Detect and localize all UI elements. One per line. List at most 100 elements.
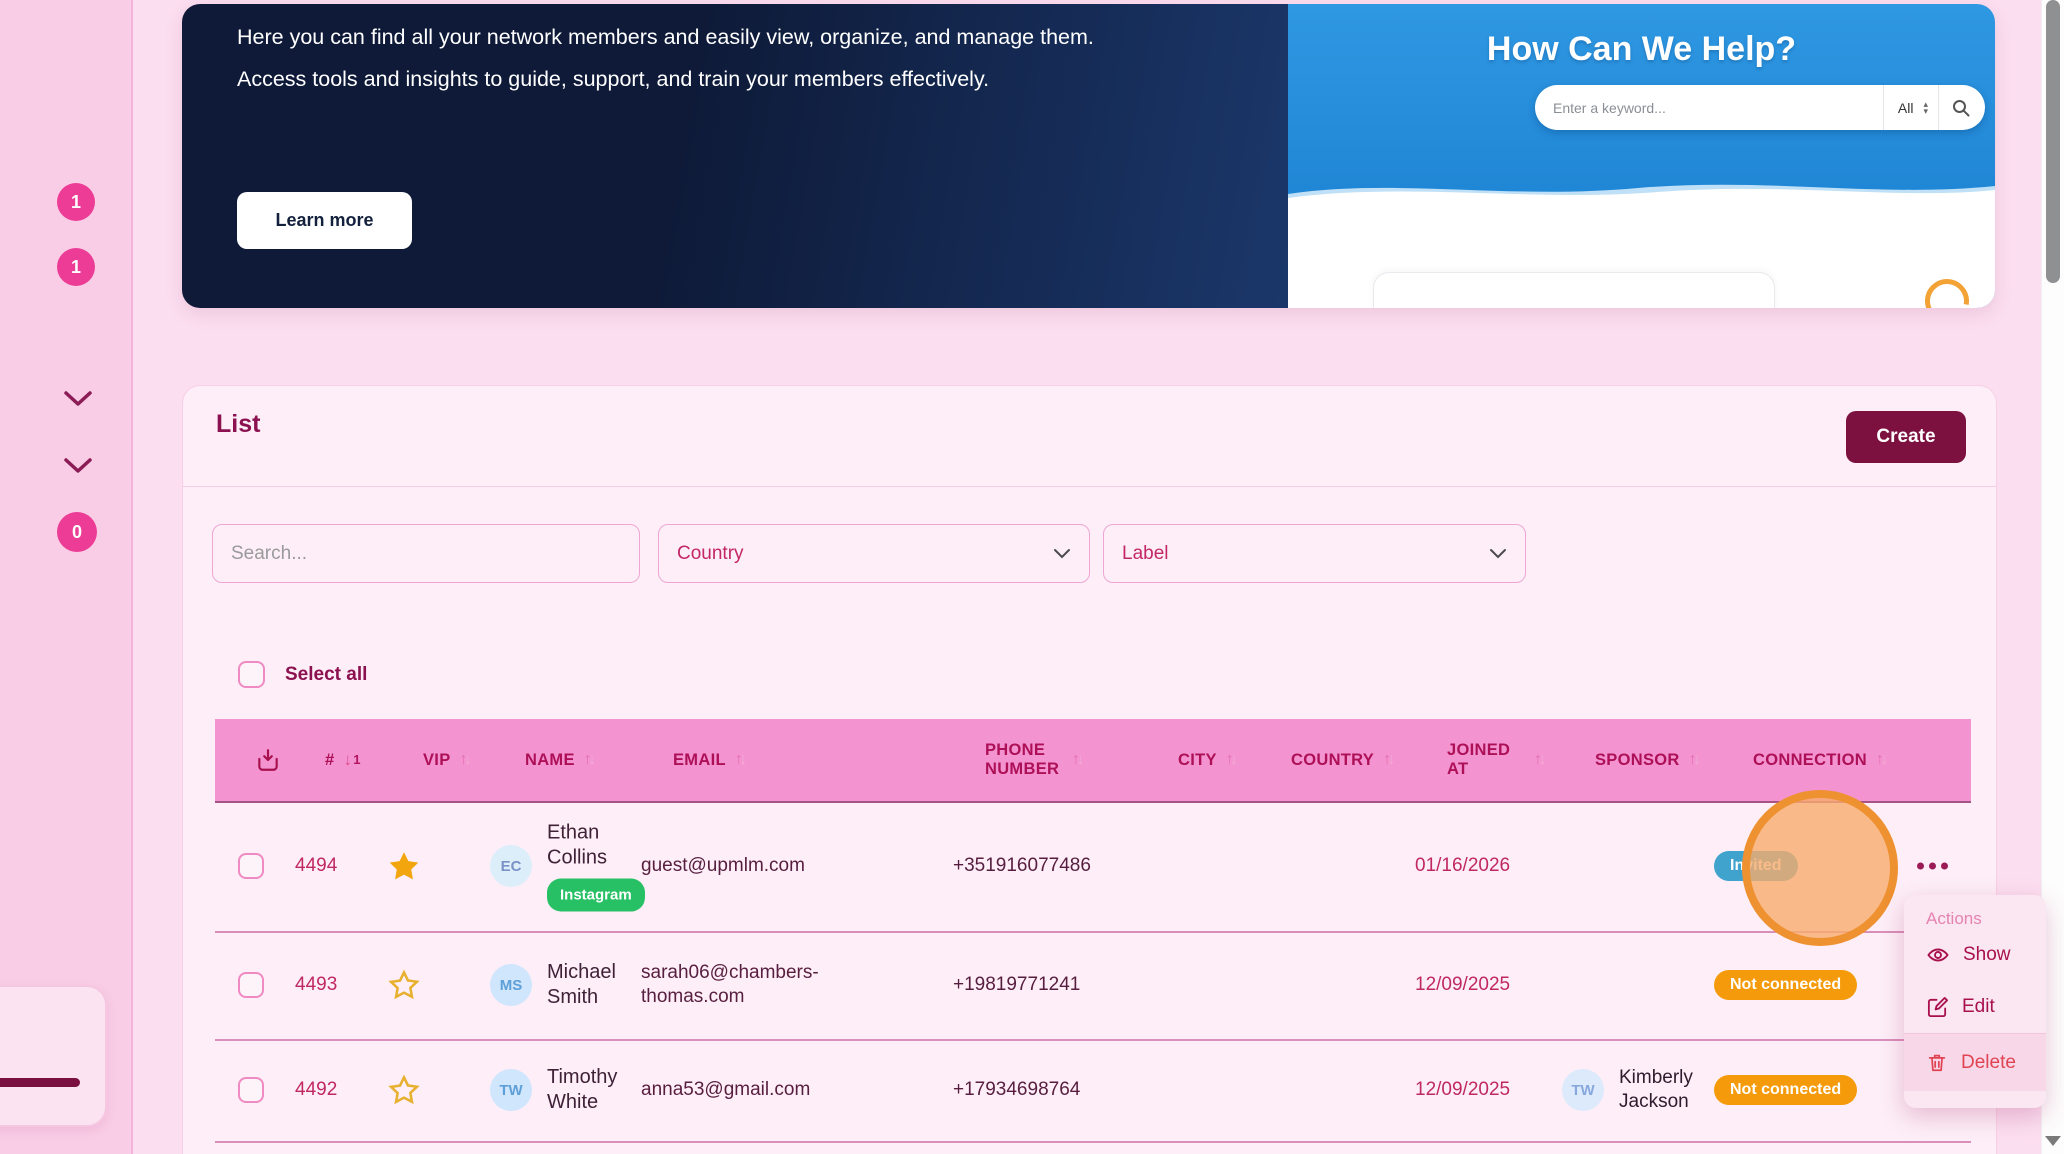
- select-all-checkbox[interactable]: [238, 661, 265, 688]
- country-filter-select[interactable]: Country: [658, 524, 1090, 583]
- page-title: List: [216, 410, 261, 438]
- member-joined-date: 12/09/2025: [1415, 974, 1511, 995]
- help-panel-title: How Can We Help?: [1486, 30, 1797, 68]
- trash-icon: [1926, 1051, 1948, 1074]
- hero-line-2: Access tools and insights to guide, supp…: [237, 67, 990, 91]
- table-row: 4492 TW Timothy White anna53@gmail.com +…: [183, 1039, 1996, 1141]
- label-filter-select[interactable]: Label: [1103, 524, 1526, 583]
- sort-icon: ↑ ↓: [1225, 751, 1239, 768]
- sidebar-notification-badge[interactable]: 1: [57, 248, 95, 286]
- sort-icon: ↑ ↓: [734, 751, 748, 768]
- create-button[interactable]: Create: [1846, 411, 1966, 463]
- country-filter-label: Country: [677, 542, 744, 564]
- chevron-down-icon[interactable]: [60, 455, 96, 477]
- column-header-phone[interactable]: PHONE NUMBER ↑ ↓: [985, 719, 1145, 801]
- edit-icon: [1926, 996, 1949, 1019]
- vip-star-icon-outline[interactable]: [387, 969, 421, 1002]
- select-arrows-icon: ▴ ▾: [1923, 98, 1928, 116]
- column-header-vip[interactable]: VIP ↑ ↓: [423, 719, 472, 801]
- vip-star-icon-outline[interactable]: [387, 1074, 421, 1107]
- column-header-country[interactable]: COUNTRY ↑ ↓: [1291, 719, 1396, 801]
- members-list-card: List Create Country Label Select all # ↓…: [182, 385, 1997, 1154]
- sponsor-name: Kimberly Jackson: [1619, 1067, 1693, 1112]
- screen: 1 1 0 Here you can find all your network…: [0, 0, 2064, 1154]
- column-header-name[interactable]: NAME ↑ ↓: [525, 719, 596, 801]
- member-email: sarah06@chambers-thomas.com: [641, 962, 819, 1007]
- sort-icon: ↑ ↓: [1534, 751, 1547, 768]
- member-id[interactable]: 4494: [295, 855, 337, 877]
- column-header-email[interactable]: EMAIL ↑ ↓: [673, 719, 747, 801]
- learn-more-button[interactable]: Learn more: [237, 192, 412, 249]
- table-row: 4494 EC Ethan Collins Instagram guest@up…: [183, 801, 1996, 931]
- column-header-connection[interactable]: CONNECTION ↑ ↓: [1753, 719, 1889, 801]
- row-checkbox[interactable]: [238, 1077, 264, 1103]
- label-filter-label: Label: [1122, 542, 1169, 564]
- chevron-down-icon: [1490, 549, 1506, 559]
- sort-icon: ↑ ↓: [583, 751, 597, 768]
- help-search-bar[interactable]: Enter a keyword... All ▴ ▾: [1535, 85, 1985, 130]
- table-header: # ↓ 1 VIP ↑ ↓ NAME ↑ ↓ EMAIL ↑ ↓ PHONE NUMBE…: [215, 719, 1971, 803]
- sidebar-notification-badge[interactable]: 0: [57, 512, 97, 552]
- divider: [183, 486, 1996, 487]
- sort-icon: ↑ ↓: [1875, 751, 1889, 768]
- member-id[interactable]: 4493: [295, 974, 337, 996]
- help-category-select[interactable]: All: [1884, 100, 1924, 116]
- connection-status-badge: Not connected: [1714, 1075, 1858, 1105]
- vip-star-icon-filled[interactable]: [387, 850, 421, 883]
- help-content-card: [1373, 272, 1775, 308]
- actions-menu-title: Actions: [1926, 909, 1982, 928]
- member-phone: +19819771241: [953, 974, 1081, 995]
- member-email: guest@upmlm.com: [641, 855, 805, 876]
- column-header-id[interactable]: # ↓ 1: [325, 719, 361, 801]
- sidebar-notification-badge[interactable]: 1: [57, 183, 95, 221]
- scrollbar-thumb[interactable]: [2046, 0, 2060, 283]
- column-header-city[interactable]: CITY ↑ ↓: [1178, 719, 1238, 801]
- row-checkbox[interactable]: [238, 853, 264, 879]
- member-joined-date: 01/16/2026: [1415, 855, 1511, 876]
- help-panel: How Can We Help? Enter a keyword... All …: [1288, 4, 1995, 308]
- chevron-down-icon: [1054, 549, 1070, 559]
- sort-icon: ↑ ↓: [1383, 751, 1396, 768]
- search-field[interactable]: [212, 524, 640, 583]
- sort-desc-icon: ↓: [343, 750, 353, 769]
- row-actions-button[interactable]: [1917, 862, 1948, 870]
- sort-icon: ↑ ↓: [459, 751, 473, 768]
- widget-handle: [0, 1078, 80, 1087]
- member-joined-date: 12/09/2025: [1415, 1079, 1511, 1100]
- member-phone: +351916077486: [953, 855, 1091, 876]
- hero-description: Here you can find all your network membe…: [237, 16, 1094, 100]
- search-input[interactable]: [213, 542, 639, 565]
- label-tag: Instagram: [547, 878, 645, 912]
- sort-icon: ↑ ↓: [1688, 751, 1702, 768]
- search-icon[interactable]: [1939, 98, 1985, 118]
- sort-icon: ↑ ↓: [1072, 751, 1085, 768]
- connection-status-badge: Not connected: [1714, 970, 1858, 1000]
- column-header-joined[interactable]: JOINED AT ↑ ↓: [1447, 719, 1577, 801]
- menu-item-delete[interactable]: Delete: [1904, 1034, 2046, 1091]
- export-icon[interactable]: [255, 719, 281, 801]
- collapsed-widget[interactable]: [0, 985, 107, 1127]
- hero-description-panel: Here you can find all your network membe…: [182, 4, 1288, 308]
- help-search-placeholder[interactable]: Enter a keyword...: [1535, 100, 1883, 116]
- row-checkbox[interactable]: [238, 972, 264, 998]
- menu-item-show[interactable]: Show: [1904, 929, 2046, 981]
- avatar: TW: [490, 1069, 532, 1111]
- click-indicator: [1742, 790, 1898, 946]
- select-all-label: Select all: [285, 663, 368, 685]
- row-divider: [215, 1141, 1971, 1143]
- sponsor-avatar: TW: [1562, 1069, 1604, 1111]
- avatar: MS: [490, 964, 532, 1006]
- member-phone: +17934698764: [953, 1079, 1081, 1100]
- member-id[interactable]: 4492: [295, 1079, 337, 1101]
- scroll-down-arrow-icon[interactable]: [2045, 1136, 2061, 1146]
- actions-menu: Actions Show Edit Delete: [1904, 895, 2046, 1108]
- sponsor-cell: TW Kimberly Jackson: [1562, 1066, 1714, 1114]
- table-row: 4493 MS Michael Smith sarah06@chambers-t…: [183, 931, 1996, 1039]
- menu-item-edit[interactable]: Edit: [1904, 981, 2046, 1033]
- hero-banner: Here you can find all your network membe…: [182, 4, 1995, 308]
- column-header-sponsor[interactable]: SPONSOR ↑ ↓: [1595, 719, 1701, 801]
- avatar: EC: [490, 845, 532, 887]
- chevron-down-icon[interactable]: [60, 388, 96, 410]
- select-all-control: Select all: [238, 661, 367, 688]
- member-email: anna53@gmail.com: [641, 1079, 811, 1100]
